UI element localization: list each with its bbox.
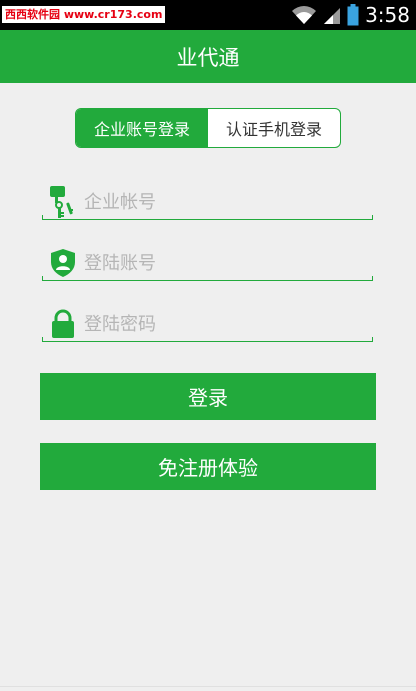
login-password-field <box>42 306 373 342</box>
trial-button[interactable]: 免注册体验 <box>40 443 376 490</box>
battery-icon <box>347 4 359 26</box>
tab-phone-login[interactable]: 认证手机登录 <box>208 109 340 147</box>
login-account-underline <box>42 276 373 281</box>
login-button[interactable]: 登录 <box>40 373 376 420</box>
company-account-underline <box>42 215 373 220</box>
keys-icon <box>46 184 80 220</box>
app-bar: 业代通 <box>0 30 416 83</box>
lock-icon <box>46 306 80 342</box>
status-icons: 3:58 <box>291 0 410 30</box>
status-bar: 西西软件园 www.cr173.com 3:58 <box>0 0 416 30</box>
login-password-underline <box>42 337 373 342</box>
watermark: 西西软件园 www.cr173.com <box>2 6 166 23</box>
login-password-input[interactable] <box>84 310 364 338</box>
app-title: 业代通 <box>176 45 240 70</box>
status-time: 3:58 <box>365 3 410 27</box>
login-account-field <box>42 245 373 281</box>
signal-icon <box>324 8 341 24</box>
login-account-input[interactable] <box>84 249 364 277</box>
login-tabs: 企业账号登录 认证手机登录 <box>75 108 341 148</box>
company-account-input[interactable] <box>84 188 364 216</box>
tab-company-account-login[interactable]: 企业账号登录 <box>76 109 208 147</box>
bottom-divider <box>0 686 416 687</box>
user-shield-icon <box>46 245 80 281</box>
company-account-field <box>42 184 373 220</box>
wifi-icon <box>292 6 317 24</box>
